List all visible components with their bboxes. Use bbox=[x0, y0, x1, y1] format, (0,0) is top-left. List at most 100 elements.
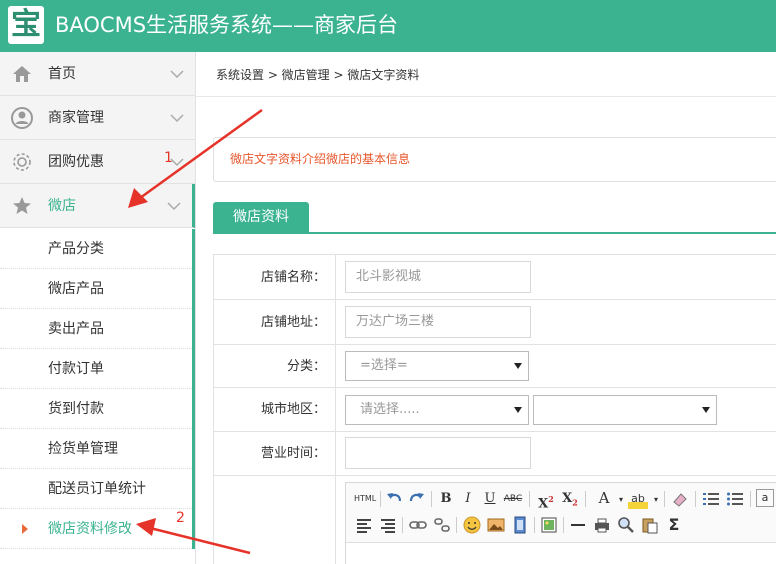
app-header: 宝 BAOCMS生活服务系统——商家后台 bbox=[0, 0, 776, 52]
select-all-icon[interactable]: a bbox=[756, 489, 774, 507]
shop-name-label: 店铺名称： bbox=[260, 270, 326, 285]
horizontal-rule-icon[interactable] bbox=[568, 515, 588, 535]
logo: 宝 bbox=[8, 6, 44, 44]
dropdown-arrow-icon bbox=[514, 363, 522, 369]
star-icon bbox=[13, 197, 31, 214]
sidebar-subitem-picking[interactable]: 捡货单管理 bbox=[0, 429, 192, 469]
subscript-icon[interactable]: X2 bbox=[560, 489, 580, 509]
divider bbox=[431, 491, 432, 507]
notice-box: 微店文字资料介绍微店的基本信息 bbox=[213, 137, 776, 182]
paste-icon[interactable] bbox=[640, 515, 660, 535]
ordered-list-icon[interactable] bbox=[701, 489, 721, 509]
user-icon bbox=[11, 107, 33, 129]
category-select[interactable]: =选择= bbox=[345, 351, 529, 381]
superscript-icon[interactable]: X2 bbox=[536, 489, 556, 511]
city-select-value: 请选择..... bbox=[360, 402, 420, 417]
divider bbox=[695, 491, 696, 507]
divider bbox=[335, 345, 336, 387]
district-select[interactable] bbox=[533, 395, 717, 425]
sidebar-item-label: 商家管理 bbox=[48, 110, 104, 126]
unlink-icon[interactable] bbox=[432, 515, 452, 535]
emoticon-icon[interactable] bbox=[462, 515, 482, 535]
sidebar-item-label: 团购优惠 bbox=[48, 154, 104, 170]
sidebar-subitem-product-category[interactable]: 产品分类 bbox=[0, 229, 192, 269]
bold-icon[interactable]: B bbox=[436, 489, 456, 509]
sidebar-item-home[interactable]: 首页 bbox=[0, 52, 195, 96]
formula-icon[interactable]: Σ bbox=[664, 515, 684, 535]
notice-text: 微店文字资料介绍微店的基本信息 bbox=[230, 152, 411, 166]
divider bbox=[585, 491, 586, 507]
sidebar-subitem-label: 微店资料修改 bbox=[48, 521, 132, 537]
redo-icon[interactable] bbox=[407, 489, 427, 509]
shop-address-label: 店铺地址： bbox=[260, 315, 326, 330]
app-title: BAOCMS生活服务系统——商家后台 bbox=[55, 13, 399, 37]
sidebar-subitem-products[interactable]: 微店产品 bbox=[0, 269, 192, 309]
undo-icon[interactable] bbox=[384, 489, 404, 509]
description-editor[interactable]: HTML B I U ABC X2 X2 A ▾ ab ▾ a Σ bbox=[345, 482, 776, 564]
sidebar-item-label: 微店 bbox=[48, 198, 76, 214]
logo-mark: 宝 bbox=[11, 7, 41, 42]
sidebar-subitem-shop-info[interactable]: 微店资料修改 bbox=[0, 509, 192, 549]
link-icon[interactable] bbox=[408, 515, 428, 535]
sidebar: 首页 商家管理 团购优惠 微店 产品分类 微店产品 卖出产品 付款订单 货到付款… bbox=[0, 52, 196, 564]
divider bbox=[750, 491, 751, 507]
home-icon bbox=[13, 66, 31, 82]
sidebar-subitem-sold-products[interactable]: 卖出产品 bbox=[0, 309, 192, 349]
dropdown-arrow-icon bbox=[514, 407, 522, 413]
sidebar-subitem-cod[interactable]: 货到付款 bbox=[0, 389, 192, 429]
divider bbox=[664, 491, 665, 507]
gear-icon bbox=[13, 153, 31, 171]
weidian-submenu: 产品分类 微店产品 卖出产品 付款订单 货到付款 捡货单管理 配送员订单统计 微… bbox=[0, 229, 195, 549]
city-label: 城市地区： bbox=[260, 402, 326, 417]
strikethrough-icon[interactable]: ABC bbox=[502, 489, 524, 509]
divider bbox=[534, 517, 535, 533]
divider bbox=[335, 476, 336, 564]
hours-label: 营业时间： bbox=[260, 446, 326, 461]
dropdown-arrow-icon bbox=[702, 407, 710, 413]
divider bbox=[335, 300, 336, 344]
eraser-icon[interactable] bbox=[670, 489, 690, 509]
align-left-icon[interactable] bbox=[354, 515, 374, 535]
gallery-icon[interactable] bbox=[539, 515, 559, 535]
divider bbox=[529, 491, 530, 507]
sidebar-item-merchant[interactable]: 商家管理 bbox=[0, 96, 195, 140]
shop-name-input[interactable]: 北斗影视城 bbox=[345, 261, 531, 293]
align-right-icon[interactable] bbox=[378, 515, 398, 535]
tab-shop-info[interactable]: 微店资料 bbox=[213, 202, 309, 233]
annotation-label-2: 2 bbox=[176, 510, 185, 526]
chevron-down-icon bbox=[170, 70, 184, 79]
underline-icon[interactable]: U bbox=[480, 489, 500, 509]
divider bbox=[456, 517, 457, 533]
italic-icon[interactable]: I bbox=[458, 489, 478, 509]
business-hours-input[interactable] bbox=[345, 437, 531, 469]
sidebar-item-label: 首页 bbox=[48, 66, 76, 82]
chevron-down-icon bbox=[167, 202, 181, 211]
sidebar-subitem-paid-orders[interactable]: 付款订单 bbox=[0, 349, 192, 389]
divider bbox=[563, 517, 564, 533]
editor-toolbar: HTML B I U ABC X2 X2 A ▾ ab ▾ a Σ bbox=[346, 483, 776, 543]
chevron-down-icon[interactable]: ▾ bbox=[646, 490, 666, 510]
city-select[interactable]: 请选择..... bbox=[345, 395, 529, 425]
annotation-label-1: 1 bbox=[164, 150, 173, 166]
divider bbox=[335, 432, 336, 475]
video-icon[interactable] bbox=[510, 515, 530, 535]
preview-icon[interactable] bbox=[616, 515, 636, 535]
divider bbox=[335, 255, 336, 299]
html-source-icon[interactable]: HTML bbox=[354, 489, 376, 509]
category-label: 分类： bbox=[286, 359, 326, 374]
divider bbox=[335, 388, 336, 431]
shop-address-input[interactable]: 万达广场三楼 bbox=[345, 306, 531, 338]
divider bbox=[402, 517, 403, 533]
tab-underline bbox=[213, 232, 776, 234]
divider bbox=[380, 491, 381, 507]
sidebar-item-weidian[interactable]: 微店 bbox=[0, 184, 195, 228]
highlight-icon[interactable]: ab bbox=[628, 489, 648, 509]
category-select-value: =选择= bbox=[360, 358, 408, 373]
print-icon[interactable] bbox=[592, 515, 612, 535]
image-icon[interactable] bbox=[486, 515, 506, 535]
divider bbox=[196, 96, 776, 97]
breadcrumb: 系统设置 > 微店管理 > 微店文字资料 bbox=[216, 68, 420, 82]
sidebar-subitem-courier-stats[interactable]: 配送员订单统计 bbox=[0, 469, 192, 509]
active-indicator-icon bbox=[22, 524, 28, 534]
unordered-list-icon[interactable] bbox=[725, 489, 745, 509]
